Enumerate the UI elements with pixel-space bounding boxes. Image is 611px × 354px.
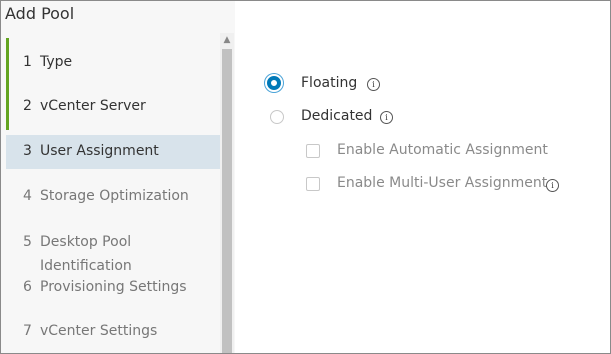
enable-automatic-assignment-label: Enable Automatic Assignment [337,142,548,158]
step-label-line1: Desktop Pool [40,234,132,250]
step-label-line2: Identification [40,258,132,274]
dedicated-radio[interactable] [270,110,284,124]
enable-multi-user-assignment-label: Enable Multi-User Assignment [337,175,548,191]
step-label: vCenter Settings [40,323,158,339]
step-desktop-pool-identification[interactable]: 5 Desktop Pool Identification [6,224,220,274]
enable-automatic-assignment-checkbox[interactable] [306,144,320,158]
dialog-title: Add Pool [5,4,75,23]
step-number: 2 [23,98,32,114]
dedicated-info-icon[interactable]: i [380,111,393,124]
step-user-assignment[interactable]: 3 User Assignment [6,135,220,169]
floating-label: Floating [301,75,358,91]
step-storage-optimization[interactable]: 4 Storage Optimization [6,179,220,215]
step-number: 1 [23,54,32,70]
floating-radio[interactable] [267,76,281,90]
step-number: 5 [23,234,32,250]
step-vcenter-server[interactable]: 2 vCenter Server [6,86,220,130]
step-type[interactable]: 1 Type [6,38,220,86]
step-label: Storage Optimization [40,188,189,204]
step-provisioning-settings[interactable]: 6 Provisioning Settings [6,274,220,298]
multi-user-info-icon[interactable]: i [546,179,559,192]
step-number: 4 [23,188,32,204]
step-number: 6 [23,279,32,295]
scrollbar-thumb[interactable] [222,49,232,353]
step-label: User Assignment [40,143,159,159]
dedicated-label: Dedicated [301,108,373,124]
step-number: 3 [23,143,32,159]
step-label: Provisioning Settings [40,279,187,295]
add-pool-dialog: Add Pool 1 Type 2 vCenter Server 3 User … [0,0,611,354]
enable-multi-user-assignment-checkbox[interactable] [306,177,320,191]
step-label: Type [40,54,73,70]
wizard-sidebar: Add Pool 1 Type 2 vCenter Server 3 User … [1,1,235,353]
step-vcenter-settings[interactable]: 7 vCenter Settings [6,318,220,348]
step-label: vCenter Server [40,98,146,114]
step-number: 7 [23,323,32,339]
floating-info-icon[interactable]: i [367,78,380,91]
sidebar-scrollbar[interactable]: ▲ [220,33,234,353]
scroll-up-arrow-icon[interactable]: ▲ [220,33,234,47]
